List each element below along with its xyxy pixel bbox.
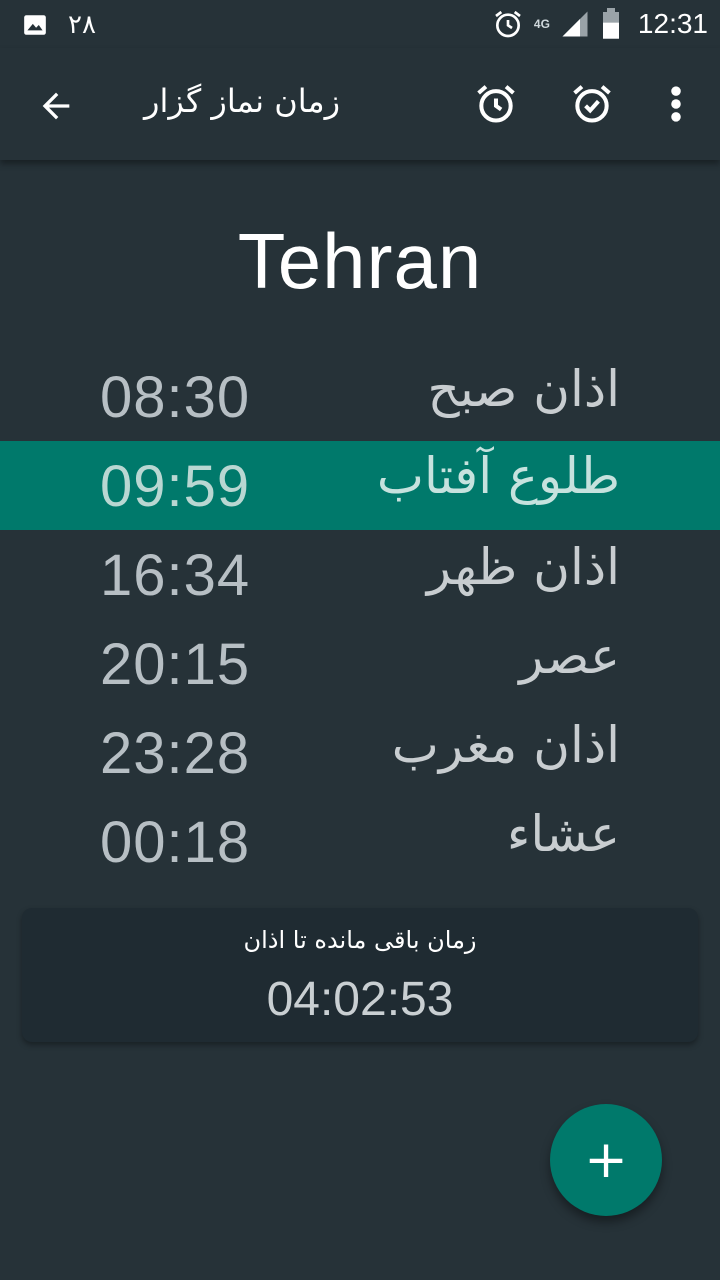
prayer-time: 16:34: [100, 543, 251, 608]
signal-icon: [562, 11, 588, 37]
prayer-row-dhuhr[interactable]: 16:34 اذان ظهر: [0, 530, 720, 619]
prayer-name: اذان ظهر: [426, 538, 620, 596]
add-button[interactable]: +: [550, 1104, 662, 1216]
prayer-time: 20:15: [100, 632, 251, 697]
prayer-time: 00:18: [100, 810, 251, 875]
prayer-name: اذان صبح: [427, 360, 620, 418]
status-clock: 12:31: [637, 8, 708, 39]
alarm-clock-icon[interactable]: [474, 82, 518, 126]
network-type: 4G: [533, 17, 550, 31]
prayer-time: 23:28: [100, 721, 251, 786]
back-arrow-icon[interactable]: [36, 86, 76, 126]
city-name: Tehran: [237, 217, 483, 305]
image-icon: [24, 15, 46, 35]
prayer-name: عشاء: [506, 805, 620, 863]
prayer-name: عصر: [519, 627, 620, 685]
prayer-row-maghrib[interactable]: 23:28 اذان مغرب: [0, 708, 720, 797]
prayer-row-sunrise[interactable]: 09:59 طلوع آفتاب: [0, 441, 720, 530]
alarm-icon: [495, 10, 521, 38]
countdown-card: زمان باقی مانده تا اذان 04:02:53: [22, 908, 698, 1042]
countdown-label: زمان باقی مانده تا اذان: [243, 926, 477, 954]
prayer-time: 09:59: [100, 454, 251, 519]
battery-icon: [602, 8, 619, 39]
prayer-name: طلوع آفتاب: [376, 447, 620, 505]
countdown-value: 04:02:53: [266, 973, 454, 1026]
prayer-time: 08:30: [100, 365, 251, 430]
page-title: زمان نماز گزار: [144, 82, 341, 120]
prayer-row-asr[interactable]: 20:15 عصر: [0, 619, 720, 708]
plus-icon: +: [584, 1130, 628, 1190]
status-bar: ۲۸ 4G 12:31: [0, 0, 720, 48]
more-vert-icon[interactable]: [664, 82, 688, 126]
notification-count: ۲۸: [68, 10, 96, 40]
prayer-row-fajr[interactable]: 08:30 اذان صبح: [0, 352, 720, 441]
app-bar: زمان نماز گزار: [0, 48, 720, 160]
prayer-name: اذان مغرب: [391, 716, 620, 774]
prayer-row-isha[interactable]: 00:18 عشاء: [0, 797, 720, 886]
alarm-check-icon[interactable]: [570, 82, 614, 126]
